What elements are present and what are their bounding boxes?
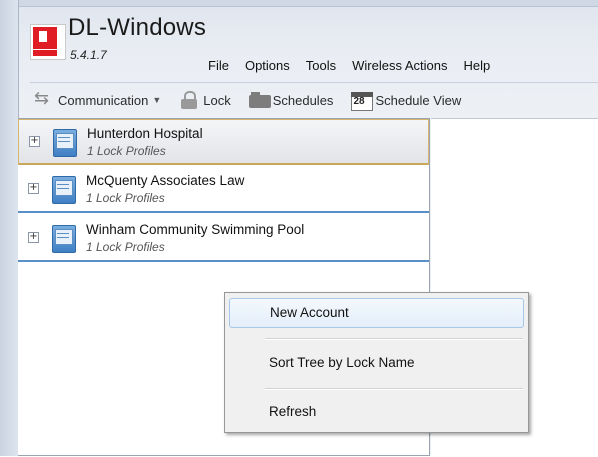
toolbar: Communication ▼ Lock Schedules 28 Schedu… <box>34 88 479 112</box>
expand-icon[interactable]: + <box>28 183 39 194</box>
account-lock-profiles: 1 Lock Profiles <box>87 144 166 158</box>
folder-icon <box>248 91 271 109</box>
account-lock-profiles: 1 Lock Profiles <box>86 191 165 205</box>
context-menu-separator <box>265 338 523 340</box>
sync-icon <box>34 88 54 109</box>
expand-icon[interactable]: + <box>28 232 39 243</box>
account-icon <box>52 176 76 204</box>
tree-row-account[interactable]: + McQuenty Associates Law 1 Lock Profile… <box>18 167 429 213</box>
app-logo-icon <box>30 24 66 60</box>
schedule-view-label: Schedule View <box>375 92 462 108</box>
schedules-label: Schedules <box>272 92 334 108</box>
sort-tree-menu-item[interactable]: Sort Tree by Lock Name <box>229 348 524 378</box>
window-left-border <box>0 0 19 456</box>
menu-file[interactable]: File <box>200 58 237 73</box>
menu-bar: File Options Tools Wireless Actions Help <box>200 58 498 73</box>
context-menu-separator <box>265 388 523 390</box>
communication-label: Communication <box>58 92 149 108</box>
schedule-view-button[interactable]: 28 Schedule View <box>351 91 462 111</box>
menu-divider <box>30 82 598 83</box>
lock-icon <box>179 91 199 109</box>
app-title: DL-Windows <box>68 14 207 41</box>
account-icon <box>52 225 76 253</box>
account-name: McQuenty Associates Law <box>86 173 245 188</box>
account-icon <box>53 129 77 157</box>
expand-icon[interactable]: + <box>29 136 40 147</box>
context-menu: New Account Sort Tree by Lock Name Refre… <box>224 292 529 433</box>
window-top-border <box>0 0 598 7</box>
calendar-icon: 28 <box>351 91 374 111</box>
lock-label: Lock <box>203 92 231 108</box>
schedules-button[interactable]: Schedules <box>248 91 334 109</box>
menu-tools[interactable]: Tools <box>298 58 344 73</box>
menu-help[interactable]: Help <box>456 58 499 73</box>
menu-wireless-actions[interactable]: Wireless Actions <box>344 58 455 73</box>
account-name: Hunterdon Hospital <box>87 126 203 141</box>
new-account-menu-item[interactable]: New Account <box>229 298 524 328</box>
lock-button[interactable]: Lock <box>179 91 231 109</box>
communication-button[interactable]: Communication ▼ <box>34 88 162 109</box>
tree-row-account[interactable]: + Hunterdon Hospital 1 Lock Profiles <box>18 119 429 165</box>
app-version: 5.4.1.7 <box>70 48 107 62</box>
chevron-down-icon: ▼ <box>152 95 162 105</box>
tree-row-account[interactable]: + Winham Community Swimming Pool 1 Lock … <box>18 216 429 262</box>
refresh-menu-item[interactable]: Refresh <box>229 397 524 427</box>
account-lock-profiles: 1 Lock Profiles <box>86 240 165 254</box>
menu-options[interactable]: Options <box>237 58 298 73</box>
account-name: Winham Community Swimming Pool <box>86 222 305 237</box>
